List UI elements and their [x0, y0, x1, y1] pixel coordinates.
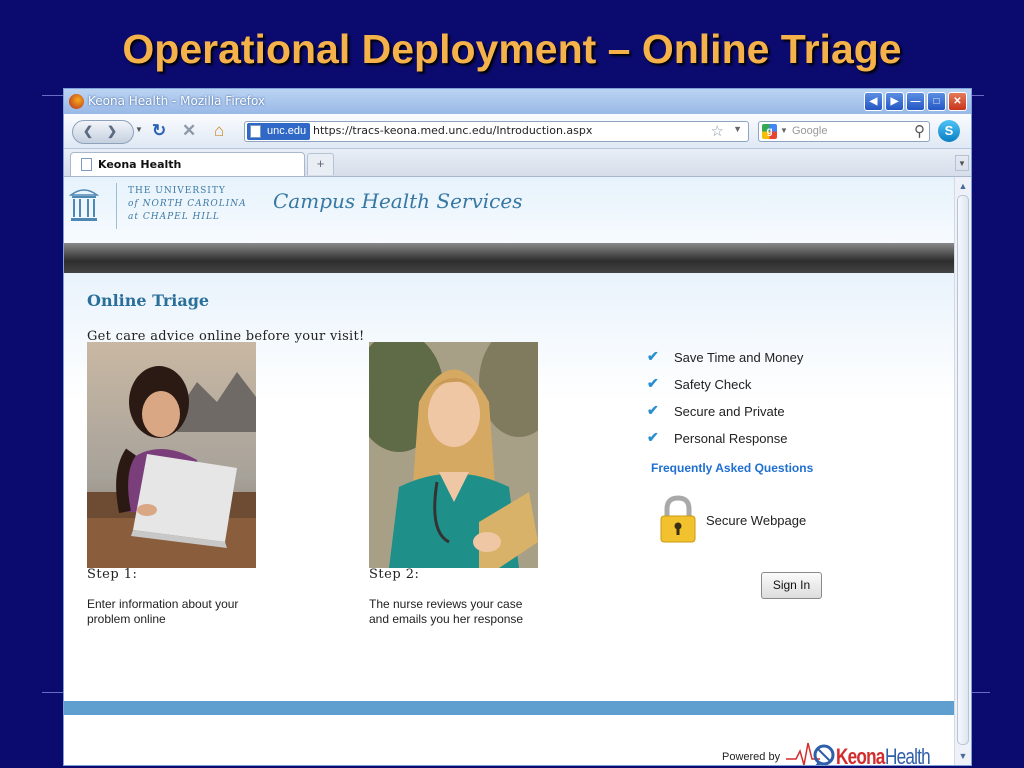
tab-strip: Keona Health + ▼ [64, 149, 971, 177]
checkmark-icon: ✔ [647, 429, 659, 445]
history-dropdown-icon[interactable]: ▼ [135, 125, 143, 134]
main-content: Online Triage Get care advice online bef… [64, 273, 954, 701]
page-icon [250, 125, 261, 138]
skype-icon[interactable]: S [938, 120, 960, 142]
step-2-title: Step 2: [369, 567, 420, 582]
step-1-description: Enter information about your problem onl… [87, 597, 239, 626]
banner-divider [116, 183, 117, 229]
web-page: THE UNIVERSITY of NORTH CAROLINA at CHAP… [64, 177, 954, 766]
prev-window-icon[interactable]: ◀ [864, 92, 883, 111]
forward-icon[interactable]: ❯ [107, 124, 117, 138]
window-controls: ◀ ▶ — □ ✕ [864, 92, 967, 111]
window-titlebar[interactable]: Keona Health - Mozilla Firefox ◀ ▶ — □ ✕ [64, 89, 971, 114]
checkmark-icon: ✔ [647, 375, 659, 391]
step-2-description: The nurse reviews your case and emails y… [369, 597, 524, 626]
faq-link[interactable]: Frequently Asked Questions [651, 461, 813, 475]
nav-strip [64, 243, 954, 273]
reload-icon[interactable]: ↻ [152, 121, 166, 141]
checkmark-icon: ✔ [647, 402, 659, 418]
sign-in-button[interactable]: Sign In [761, 572, 822, 599]
scroll-down-icon[interactable]: ▼ [956, 749, 970, 763]
navigation-toolbar: ❮ ❯ ▼ ↻ ✕ ⌂ unc.edu https://tracs-keona.… [64, 114, 971, 149]
browser-window: Keona Health - Mozilla Firefox ◀ ▶ — □ ✕… [63, 88, 972, 766]
address-bar[interactable]: unc.edu https://tracs-keona.med.unc.edu/… [244, 121, 749, 142]
checkmark-icon: ✔ [647, 348, 659, 364]
slide-rule-bottom-right [972, 692, 990, 693]
new-tab-button[interactable]: + [307, 153, 334, 175]
close-icon[interactable]: ✕ [948, 92, 967, 111]
bookmark-star-icon[interactable]: ☆ [711, 122, 724, 140]
keona-health-logo[interactable]: Keona Health [786, 737, 936, 766]
search-bar[interactable]: g ▼ Google ⚲ [758, 121, 930, 142]
pulse-icon [786, 742, 835, 765]
step-1-title: Step 1: [87, 567, 138, 582]
back-icon[interactable]: ❮ [83, 124, 93, 138]
slide-title: Operational Deployment – Online Triage [122, 26, 902, 72]
home-icon[interactable]: ⌂ [214, 121, 224, 141]
search-engine-dropdown-icon[interactable]: ▼ [780, 126, 788, 135]
url-dropdown-icon[interactable]: ▼ [733, 124, 742, 134]
maximize-icon[interactable]: □ [927, 92, 946, 111]
powered-by-label: Powered by [722, 751, 781, 763]
tab-page-icon [81, 158, 92, 171]
footer-bar [64, 701, 954, 715]
window-title: Keona Health - Mozilla Firefox [88, 94, 266, 108]
search-icon[interactable]: ⚲ [914, 122, 925, 140]
padlock-icon [660, 495, 696, 543]
vertical-scrollbar[interactable]: ▲ ▼ [954, 177, 971, 765]
page-heading: Online Triage [87, 291, 210, 310]
slide-rule-right [972, 95, 984, 96]
stop-icon[interactable]: ✕ [182, 121, 196, 141]
nurse-photo [369, 342, 538, 568]
old-well-logo-icon [69, 189, 99, 221]
next-window-icon[interactable]: ▶ [885, 92, 904, 111]
slide-rule-bottom-left [42, 692, 63, 693]
logo-text-health: Health [885, 744, 931, 766]
scroll-up-icon[interactable]: ▲ [956, 179, 970, 193]
site-identity-button[interactable]: unc.edu [247, 123, 311, 140]
page-footer: Powered by Keona Health [64, 715, 954, 766]
url-text[interactable]: https://tracs-keona.med.unc.edu/Introduc… [313, 124, 592, 137]
university-wordmark[interactable]: THE UNIVERSITY of NORTH CAROLINA at CHAP… [128, 185, 247, 224]
secure-webpage-label: Secure Webpage [706, 513, 807, 528]
search-engine-icon[interactable]: g [762, 124, 777, 139]
scroll-thumb[interactable] [957, 195, 969, 745]
logo-text-keona: Keona [836, 744, 885, 766]
tab-label: Keona Health [98, 158, 182, 171]
site-banner: THE UNIVERSITY of NORTH CAROLINA at CHAP… [64, 177, 954, 243]
minimize-icon[interactable]: — [906, 92, 925, 111]
tab-list-icon[interactable]: ▼ [955, 155, 969, 171]
tab-keona-health[interactable]: Keona Health [70, 152, 305, 176]
back-forward-buttons[interactable]: ❮ ❯ [72, 120, 134, 144]
woman-with-laptop-photo [87, 342, 256, 568]
site-title[interactable]: Campus Health Services [273, 189, 522, 213]
firefox-icon [69, 94, 84, 109]
slide-rule-left [42, 95, 63, 96]
search-input[interactable]: Google [792, 125, 827, 137]
